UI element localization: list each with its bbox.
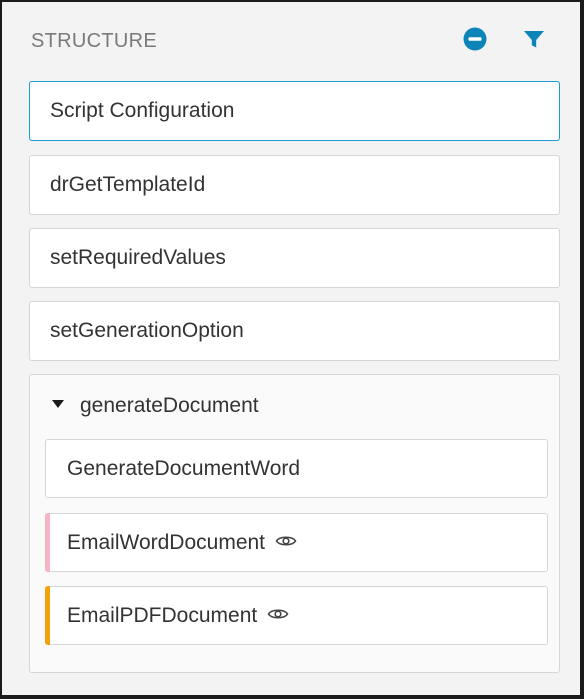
eye-icon[interactable] [275,534,297,548]
conditional-accent-bar [45,513,50,572]
filter-button[interactable] [521,26,547,52]
filter-icon [524,31,544,48]
child-step-generatedocumentword[interactable]: GenerateDocumentWord [45,439,548,498]
conditional-accent-bar [45,586,50,645]
group-header[interactable]: generateDocument [30,375,559,437]
minus-circle-icon [463,27,487,51]
step-group-generatedocument: generateDocument GenerateDocumentWord Em… [29,374,560,673]
child-step-emailworddocument[interactable]: EmailWordDocument [45,513,548,572]
child-step-label: GenerateDocumentWord [67,456,301,480]
collapse-all-button[interactable] [462,26,488,52]
child-step-label-row: EmailWordDocument [67,531,297,555]
step-card-setgenerationoption[interactable]: setGenerationOption [29,301,560,361]
step-card-setrequiredvalues[interactable]: setRequiredValues [29,228,560,288]
child-step-label-row: EmailPDFDocument [67,604,289,628]
step-label: Script Configuration [50,99,235,122]
child-step-label: EmailPDFDocument [67,603,258,627]
child-step-label: EmailWordDocument [67,530,266,554]
step-label: setRequiredValues [50,246,226,269]
caret-down-icon[interactable] [52,400,64,408]
child-step-emailpdfdocument[interactable]: EmailPDFDocument [45,586,548,645]
step-label: drGetTemplateId [50,173,206,196]
step-card-drgettemplateid[interactable]: drGetTemplateId [29,155,560,215]
step-label: setGenerationOption [50,319,244,342]
eye-icon[interactable] [267,607,289,621]
group-label: generateDocument [80,394,259,417]
panel-title: STRUCTURE [31,30,158,52]
structure-panel: STRUCTURE Script Configuration drGetTemp… [2,2,580,695]
step-card-script-configuration[interactable]: Script Configuration [29,81,560,141]
panel-header: STRUCTURE [2,2,580,82]
